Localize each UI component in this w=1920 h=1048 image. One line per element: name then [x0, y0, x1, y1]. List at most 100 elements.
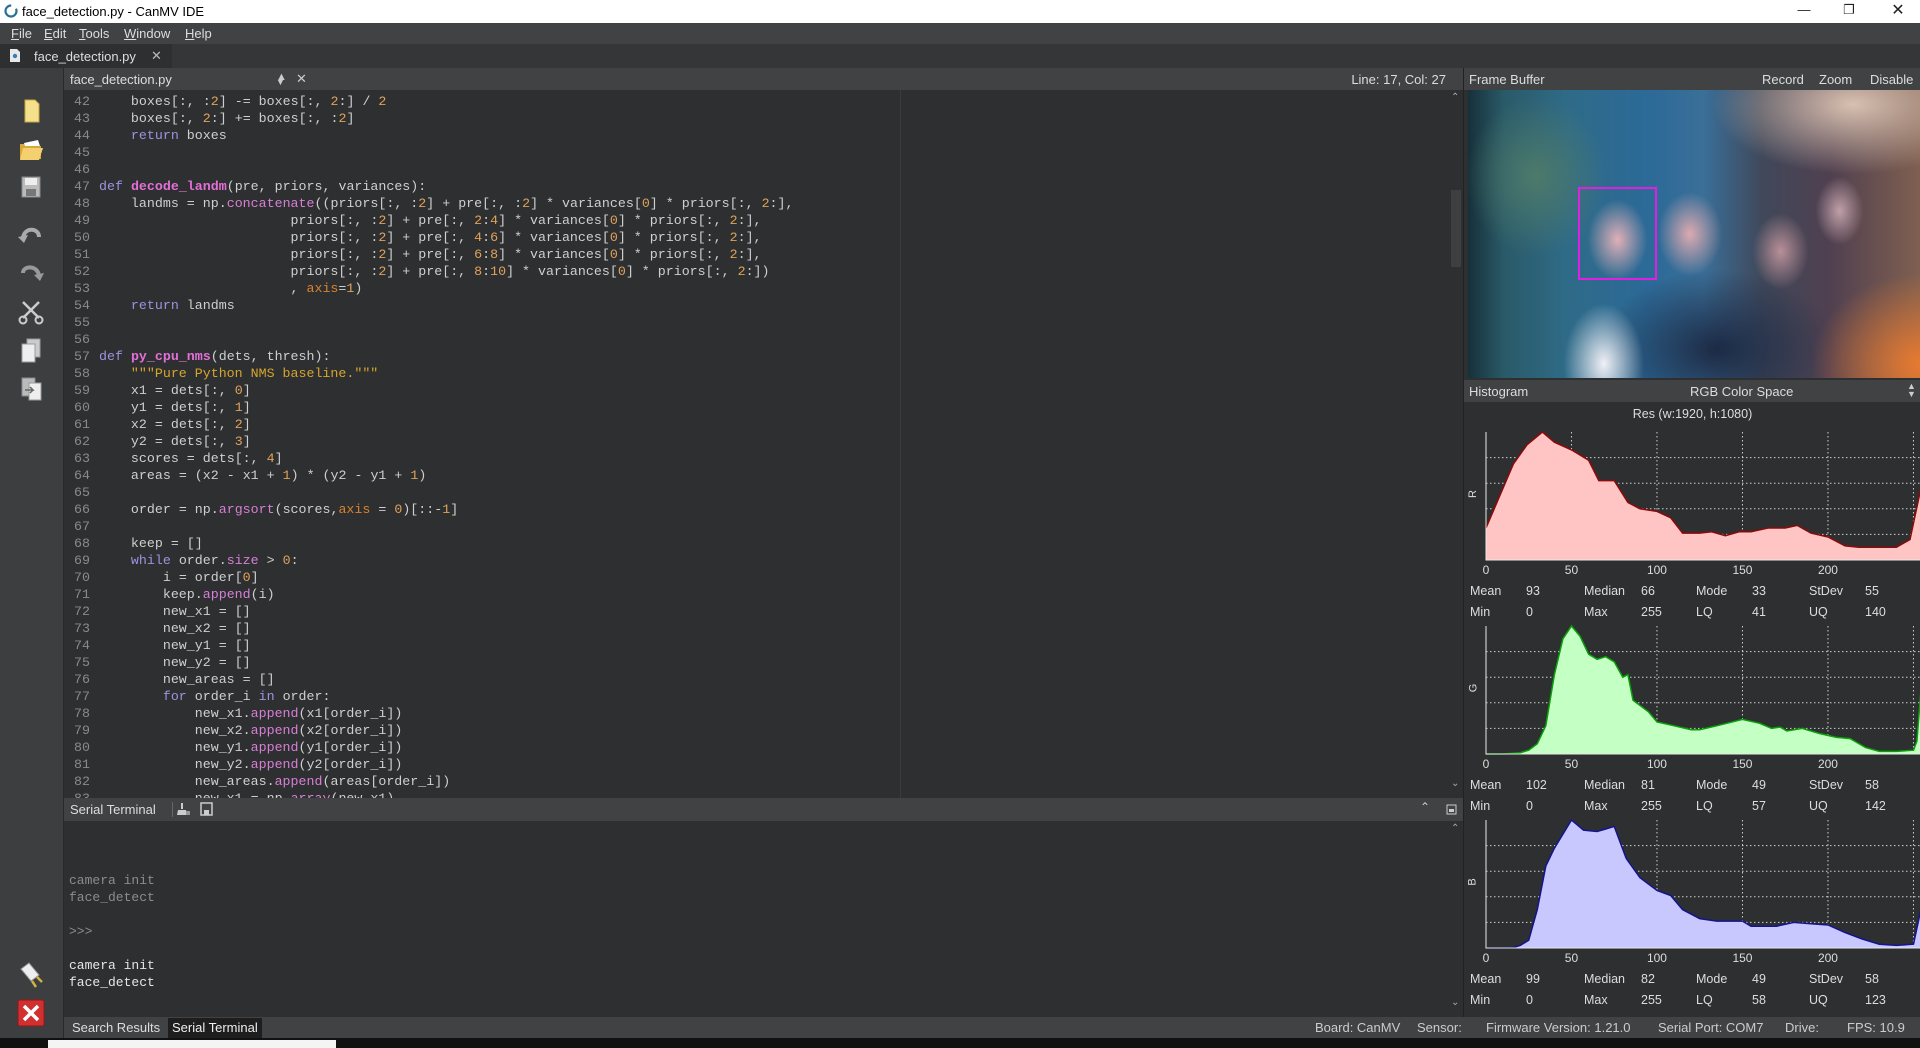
stat-value: 255	[1641, 799, 1662, 813]
line-number: 60	[74, 400, 90, 415]
file-selector-down-icon[interactable]: ▼	[276, 77, 285, 87]
code-token: append	[250, 723, 299, 738]
stat-value: 58	[1865, 972, 1879, 986]
code-token: decode_landm	[130, 179, 227, 194]
status-sensor: Sensor:	[1417, 1020, 1462, 1035]
histogram-plot-g	[1485, 624, 1920, 755]
stat-value: 41	[1752, 605, 1766, 619]
terminal-scroll-down-icon[interactable]: ⌄	[1451, 997, 1459, 1008]
minimize-button[interactable]: —	[1789, 2, 1819, 20]
terminal-scrollbar[interactable]: ⌃ ⌄	[1450, 821, 1462, 1017]
stat-value: 55	[1865, 584, 1879, 598]
code-text: y1 = dets[:, 1]	[130, 400, 251, 415]
line-number: 63	[74, 451, 90, 466]
line-number: 47	[74, 179, 90, 194]
window-title: face_detection.py - CanMV IDE	[22, 4, 205, 19]
undo-icon[interactable]	[17, 221, 45, 249]
code-text: boxes[:, :2] -= boxes[:, 2:] / 2	[130, 94, 387, 109]
histogram-plot-r	[1485, 431, 1920, 561]
line-number: 61	[74, 417, 90, 432]
x-tick-label: 200	[1817, 951, 1838, 965]
x-tick-label: 150	[1732, 951, 1753, 965]
code-text: new_y1 = []	[162, 638, 251, 653]
code-token: 2	[729, 230, 738, 245]
redo-icon[interactable]	[17, 259, 45, 287]
stat-label: Min	[1470, 799, 1491, 813]
menu-tools[interactable]: Tools	[79, 26, 109, 41]
editor-scrollbar[interactable]: ⌃ ⌄	[1450, 90, 1462, 798]
document-tab[interactable]: face_detection.py ✕	[0, 44, 172, 68]
tab-serial-terminal[interactable]: Serial Terminal	[168, 1018, 262, 1038]
code-token: append	[274, 774, 323, 789]
line-number: 43	[74, 111, 90, 126]
code-token: 2	[737, 264, 746, 279]
stat-label: UQ	[1809, 605, 1828, 619]
code-token: for	[162, 689, 187, 704]
terminal-scroll-up-icon[interactable]: ⌃	[1451, 823, 1459, 834]
terminal-line: face_detect	[69, 890, 155, 905]
stat-label: Min	[1470, 993, 1491, 1007]
line-number: 46	[74, 162, 90, 177]
paste-icon[interactable]	[17, 374, 45, 402]
code-text: while order.size > 0:	[130, 553, 299, 568]
scroll-up-icon[interactable]: ⌃	[1451, 92, 1459, 103]
code-token: 0	[282, 553, 291, 568]
stat-value: 0	[1526, 605, 1533, 619]
restore-button[interactable]: ❐	[1834, 2, 1864, 20]
save-terminal-icon[interactable]	[200, 802, 213, 816]
float-panel-icon[interactable]	[1446, 804, 1457, 815]
stat-label: Median	[1584, 972, 1625, 986]
menu-window[interactable]: Window	[124, 26, 170, 41]
clear-terminal-icon[interactable]	[176, 802, 190, 816]
bottom-pane-tabs: Search Results Serial Terminal	[64, 1017, 1463, 1038]
stop-icon[interactable]	[17, 999, 45, 1027]
line-number: 54	[74, 298, 90, 313]
close-document-icon[interactable]: ✕	[296, 71, 307, 87]
stat-value: 49	[1752, 972, 1766, 986]
histograms: R 0 50 100 150 200 Mean 93 Median 66 Mode 33 StDev 55…	[1464, 68, 1920, 1017]
scroll-down-icon[interactable]: ⌄	[1451, 778, 1459, 789]
code-token: 2	[418, 196, 427, 211]
code-text: new_y1.append(y1[order_i])	[194, 740, 403, 755]
code-text: priors[:, :2] + pre[:, 6:8] * variances[…	[290, 247, 762, 262]
menu-file[interactable]: File	[11, 26, 32, 41]
stat-value: 57	[1752, 799, 1766, 813]
code-text: new_x1 = np.array(new_x1)	[99, 790, 395, 798]
new-file-icon[interactable]	[17, 97, 45, 125]
stat-value: 58	[1752, 993, 1766, 1007]
serial-terminal-output[interactable]: camera init face_detect >>> camera init face…	[64, 821, 1450, 1017]
title-bar: face_detection.py - CanMV IDE — ❐ ✕	[0, 0, 1920, 23]
code-text: x2 = dets[:, 2]	[130, 417, 251, 432]
code-token: 2	[338, 111, 347, 126]
tab-search-results[interactable]: Search Results	[72, 1020, 160, 1035]
code-text: new_y2 = []	[162, 655, 251, 670]
maximize-panel-icon[interactable]: ⌃	[1420, 800, 1430, 814]
menu-help[interactable]: Help	[185, 26, 212, 41]
save-icon[interactable]	[17, 173, 45, 201]
open-folder-icon[interactable]	[17, 135, 45, 163]
code-editor[interactable]: 42 boxes[:, :2] -= boxes[:, 2:] / 2 43 bo…	[64, 90, 1450, 798]
code-token: """Pure Python NMS baseline."""	[130, 366, 379, 381]
code-token: 4	[490, 213, 499, 228]
line-number: 48	[74, 196, 90, 211]
copy-icon[interactable]	[17, 336, 45, 364]
menu-edit[interactable]: Edit	[44, 26, 66, 41]
file-selector[interactable]: face_detection.py	[70, 72, 172, 87]
document-tab-bar: face_detection.py ✕	[0, 44, 1920, 68]
line-number: 55	[74, 315, 90, 330]
code-token: argsort	[218, 502, 275, 517]
code-token: return	[130, 298, 179, 313]
taskbar-strip	[0, 1038, 1920, 1048]
close-window-button[interactable]: ✕	[1883, 0, 1913, 19]
connect-icon[interactable]	[17, 961, 45, 989]
stat-label: LQ	[1696, 605, 1713, 619]
line-number: 57	[74, 349, 90, 364]
stat-value: 81	[1641, 778, 1655, 792]
close-tab-icon[interactable]: ✕	[151, 48, 162, 64]
line-number: 56	[74, 332, 90, 347]
stat-value: 123	[1865, 993, 1886, 1007]
code-token: size	[226, 553, 259, 568]
editor-scroll-thumb[interactable]	[1451, 190, 1461, 267]
cut-icon[interactable]	[17, 298, 45, 326]
serial-terminal-header: Serial Terminal ⌃	[64, 798, 1463, 821]
